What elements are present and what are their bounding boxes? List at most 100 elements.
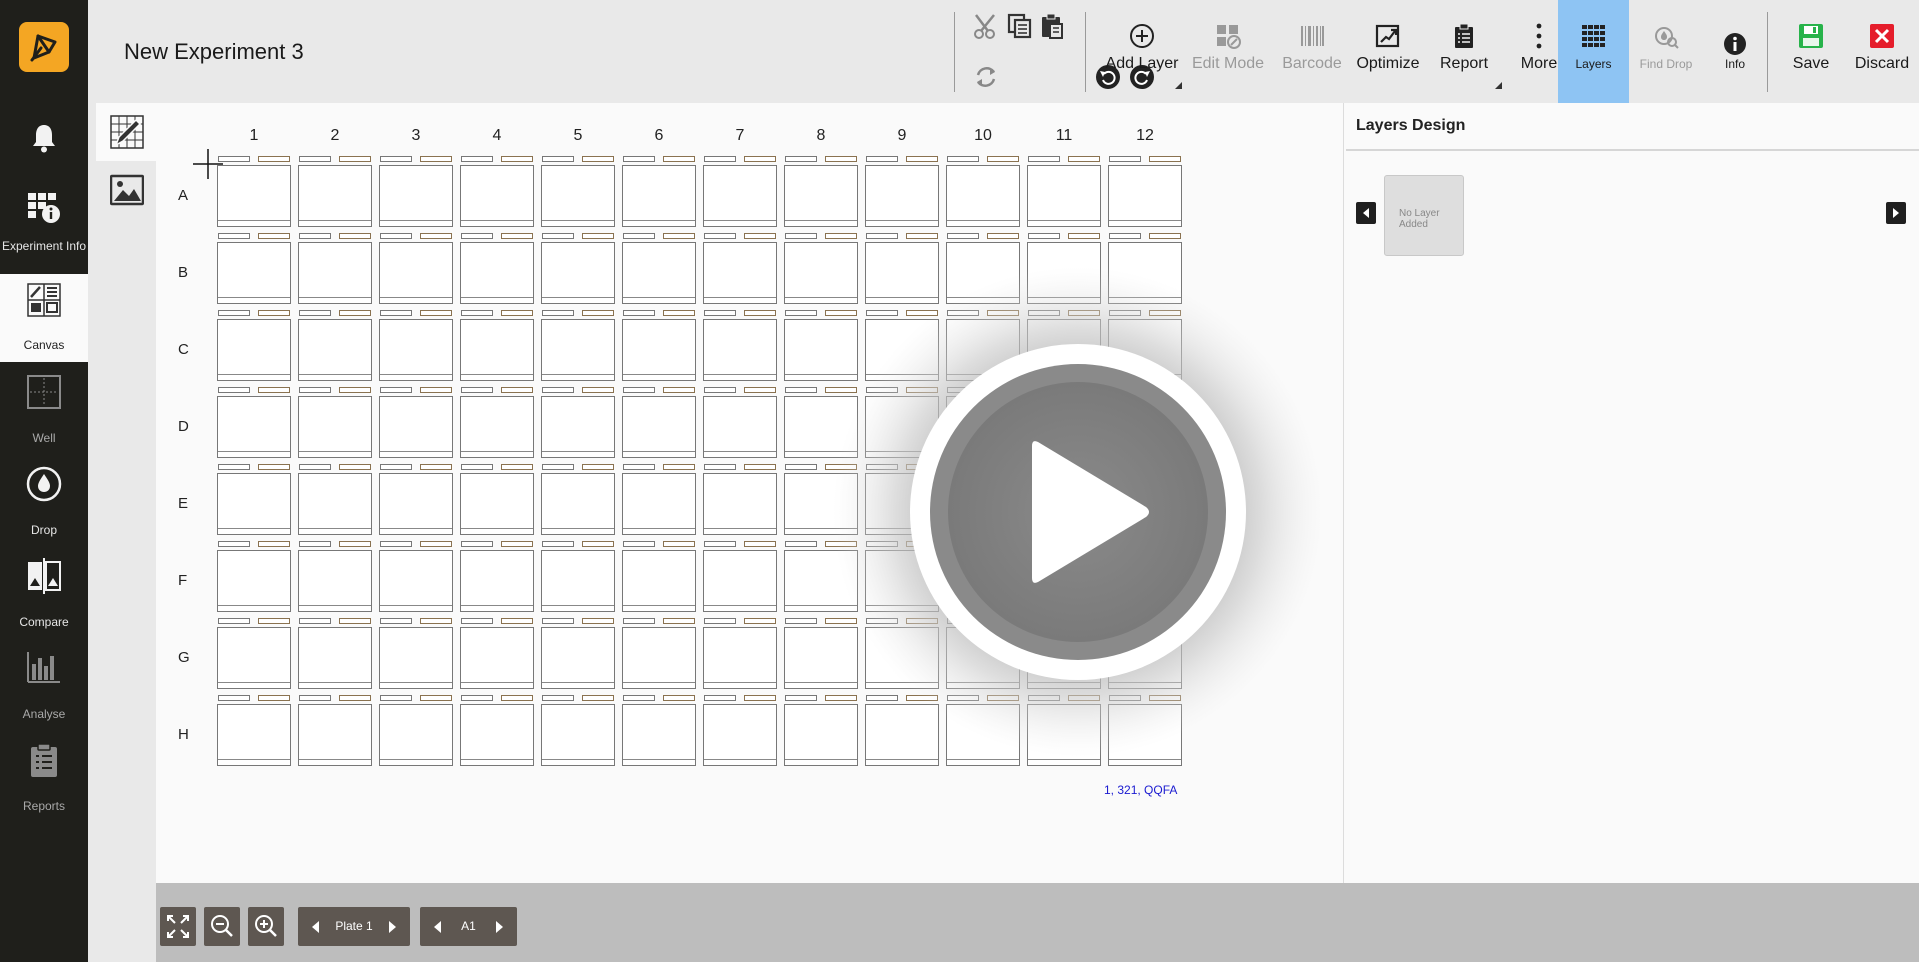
nav-analyse[interactable]: Analyse <box>0 640 88 732</box>
layers-button[interactable]: Layers <box>1558 0 1629 103</box>
plate-well[interactable] <box>460 242 534 304</box>
nav-well[interactable]: Well <box>0 364 88 456</box>
drop-tab[interactable] <box>218 464 250 470</box>
row-header[interactable]: E <box>178 495 188 512</box>
drop-tab[interactable] <box>501 156 533 162</box>
discard-button[interactable]: Discard <box>1845 0 1919 103</box>
report-button[interactable]: Report <box>1424 0 1504 103</box>
layers-prev-button[interactable] <box>1356 202 1376 224</box>
drop-tab[interactable] <box>704 387 736 393</box>
plate-well[interactable] <box>298 704 372 766</box>
plate-well[interactable] <box>703 473 777 535</box>
drop-tab[interactable] <box>582 310 614 316</box>
drop-tab[interactable] <box>906 156 938 162</box>
drop-tab[interactable] <box>785 618 817 624</box>
drop-tab[interactable] <box>582 156 614 162</box>
plate-well[interactable] <box>946 165 1020 227</box>
drop-tab[interactable] <box>785 464 817 470</box>
plate-well[interactable] <box>622 242 696 304</box>
drop-tab[interactable] <box>663 541 695 547</box>
drop-tab[interactable] <box>1068 156 1100 162</box>
drop-tab[interactable] <box>785 387 817 393</box>
drop-tab[interactable] <box>825 233 857 239</box>
drop-tab[interactable] <box>258 695 290 701</box>
drop-tab[interactable] <box>744 233 776 239</box>
drop-tab[interactable] <box>299 464 331 470</box>
plate-well[interactable] <box>460 550 534 612</box>
drop-tab[interactable] <box>380 233 412 239</box>
drop-tab[interactable] <box>461 156 493 162</box>
drop-tab[interactable] <box>947 233 979 239</box>
drop-tab[interactable] <box>218 387 250 393</box>
drop-tab[interactable] <box>339 695 371 701</box>
zoom-out-button[interactable] <box>204 907 240 946</box>
plate-well[interactable] <box>217 242 291 304</box>
row-header[interactable]: B <box>178 264 188 281</box>
column-header[interactable]: 9 <box>865 127 939 145</box>
tab-design[interactable] <box>96 103 156 161</box>
plate-well[interactable] <box>784 165 858 227</box>
drop-tab[interactable] <box>744 156 776 162</box>
drop-tab[interactable] <box>704 310 736 316</box>
drop-tab[interactable] <box>299 310 331 316</box>
drop-tab[interactable] <box>258 541 290 547</box>
drop-tab[interactable] <box>1109 233 1141 239</box>
drop-tab[interactable] <box>825 156 857 162</box>
drop-tab[interactable] <box>663 618 695 624</box>
row-header[interactable]: A <box>178 187 188 204</box>
drop-tab[interactable] <box>663 156 695 162</box>
plate-well[interactable] <box>541 473 615 535</box>
drop-tab[interactable] <box>623 310 655 316</box>
drop-tab[interactable] <box>339 541 371 547</box>
plate-well[interactable] <box>703 704 777 766</box>
plate-well[interactable] <box>379 473 453 535</box>
drop-tab[interactable] <box>1149 233 1181 239</box>
drop-tab[interactable] <box>501 695 533 701</box>
drop-tab[interactable] <box>744 310 776 316</box>
sync-icon[interactable] <box>972 63 1000 91</box>
optimize-button[interactable]: Optimize <box>1353 0 1423 103</box>
plate-well[interactable] <box>460 473 534 535</box>
drop-tab[interactable] <box>542 541 574 547</box>
column-header[interactable]: 10 <box>946 127 1020 145</box>
drop-tab[interactable] <box>542 618 574 624</box>
drop-tab[interactable] <box>785 310 817 316</box>
plate-well[interactable] <box>217 550 291 612</box>
plate-well[interactable] <box>379 319 453 381</box>
drop-tab[interactable] <box>663 387 695 393</box>
plate-well[interactable] <box>703 627 777 689</box>
column-header[interactable]: 5 <box>541 127 615 145</box>
plate-well[interactable] <box>541 242 615 304</box>
nav-compare[interactable]: Compare <box>0 548 88 640</box>
drop-tab[interactable] <box>218 618 250 624</box>
nav-notifications[interactable] <box>0 96 88 180</box>
drop-tab[interactable] <box>1028 156 1060 162</box>
drop-tab[interactable] <box>420 464 452 470</box>
plate-well[interactable] <box>703 319 777 381</box>
drop-tab[interactable] <box>258 310 290 316</box>
drop-tab[interactable] <box>501 387 533 393</box>
column-header[interactable]: 8 <box>784 127 858 145</box>
drop-tab[interactable] <box>380 156 412 162</box>
drop-tab[interactable] <box>1028 233 1060 239</box>
drop-tab[interactable] <box>258 618 290 624</box>
drop-tab[interactable] <box>623 156 655 162</box>
column-header[interactable]: 2 <box>298 127 372 145</box>
drop-tab[interactable] <box>906 233 938 239</box>
drop-tab[interactable] <box>299 618 331 624</box>
plate-next-icon[interactable] <box>389 921 396 933</box>
drop-tab[interactable] <box>461 541 493 547</box>
edit-mode-button[interactable]: Edit Mode <box>1185 0 1271 103</box>
drop-tab[interactable] <box>582 541 614 547</box>
drop-tab[interactable] <box>420 387 452 393</box>
plate-well[interactable] <box>622 165 696 227</box>
column-header[interactable]: 3 <box>379 127 453 145</box>
drop-tab[interactable] <box>744 618 776 624</box>
drop-tab[interactable] <box>258 233 290 239</box>
drop-tab[interactable] <box>1068 233 1100 239</box>
drop-tab[interactable] <box>258 464 290 470</box>
drop-tab[interactable] <box>704 618 736 624</box>
drop-tab[interactable] <box>380 464 412 470</box>
drop-tab[interactable] <box>218 695 250 701</box>
row-header[interactable]: D <box>178 418 189 435</box>
